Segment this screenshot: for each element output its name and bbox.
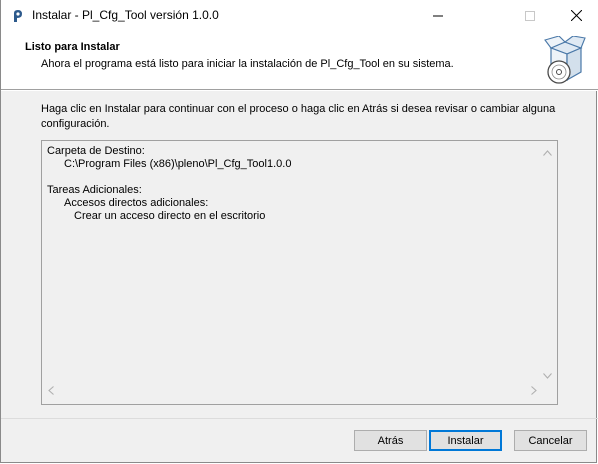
summary-memo[interactable]: Carpeta de Destino: C:\Program Files (x8… — [41, 140, 558, 405]
close-icon — [570, 10, 582, 21]
minimize-icon — [433, 11, 443, 21]
cancel-button[interactable]: Cancelar — [514, 430, 587, 451]
minimize-button[interactable] — [415, 0, 461, 31]
wizard-header: Listo para Instalar Ahora el programa es… — [1, 31, 598, 89]
install-button[interactable]: Instalar — [429, 430, 502, 451]
instructions-text: Haga clic en Instalar para continuar con… — [41, 103, 556, 130]
scroll-up-icon[interactable] — [543, 147, 552, 159]
page-subtitle: Ahora el programa está listo para inicia… — [41, 58, 454, 70]
installer-icon — [10, 8, 26, 24]
shortcuts-label: Accesos directos adicionales: — [64, 197, 209, 209]
desktop-shortcut-task: Crear un acceso directo en el escritorio — [74, 210, 266, 222]
box-disc-icon — [541, 35, 587, 86]
tasks-label: Tareas Adicionales: — [47, 184, 142, 196]
scroll-down-icon[interactable] — [543, 370, 552, 382]
title-bar[interactable]: Instalar - Pl_Cfg_Tool versión 1.0.0 — [1, 0, 598, 31]
dest-label: Carpeta de Destino: — [47, 145, 145, 157]
page-title: Listo para Instalar — [25, 41, 120, 53]
maximize-button[interactable] — [507, 0, 553, 31]
close-button[interactable] — [553, 0, 598, 31]
installer-window: Instalar - Pl_Cfg_Tool versión 1.0.0 Lis… — [0, 0, 598, 463]
dest-path: C:\Program Files (x86)\pleno\Pl_Cfg_Tool… — [64, 158, 292, 170]
scroll-right-icon[interactable] — [531, 386, 537, 398]
footer-divider — [1, 418, 598, 419]
back-button[interactable]: Atrás — [354, 430, 427, 451]
scroll-left-icon[interactable] — [48, 386, 54, 398]
maximize-icon — [525, 10, 535, 21]
window-title: Instalar - Pl_Cfg_Tool versión 1.0.0 — [32, 8, 219, 22]
